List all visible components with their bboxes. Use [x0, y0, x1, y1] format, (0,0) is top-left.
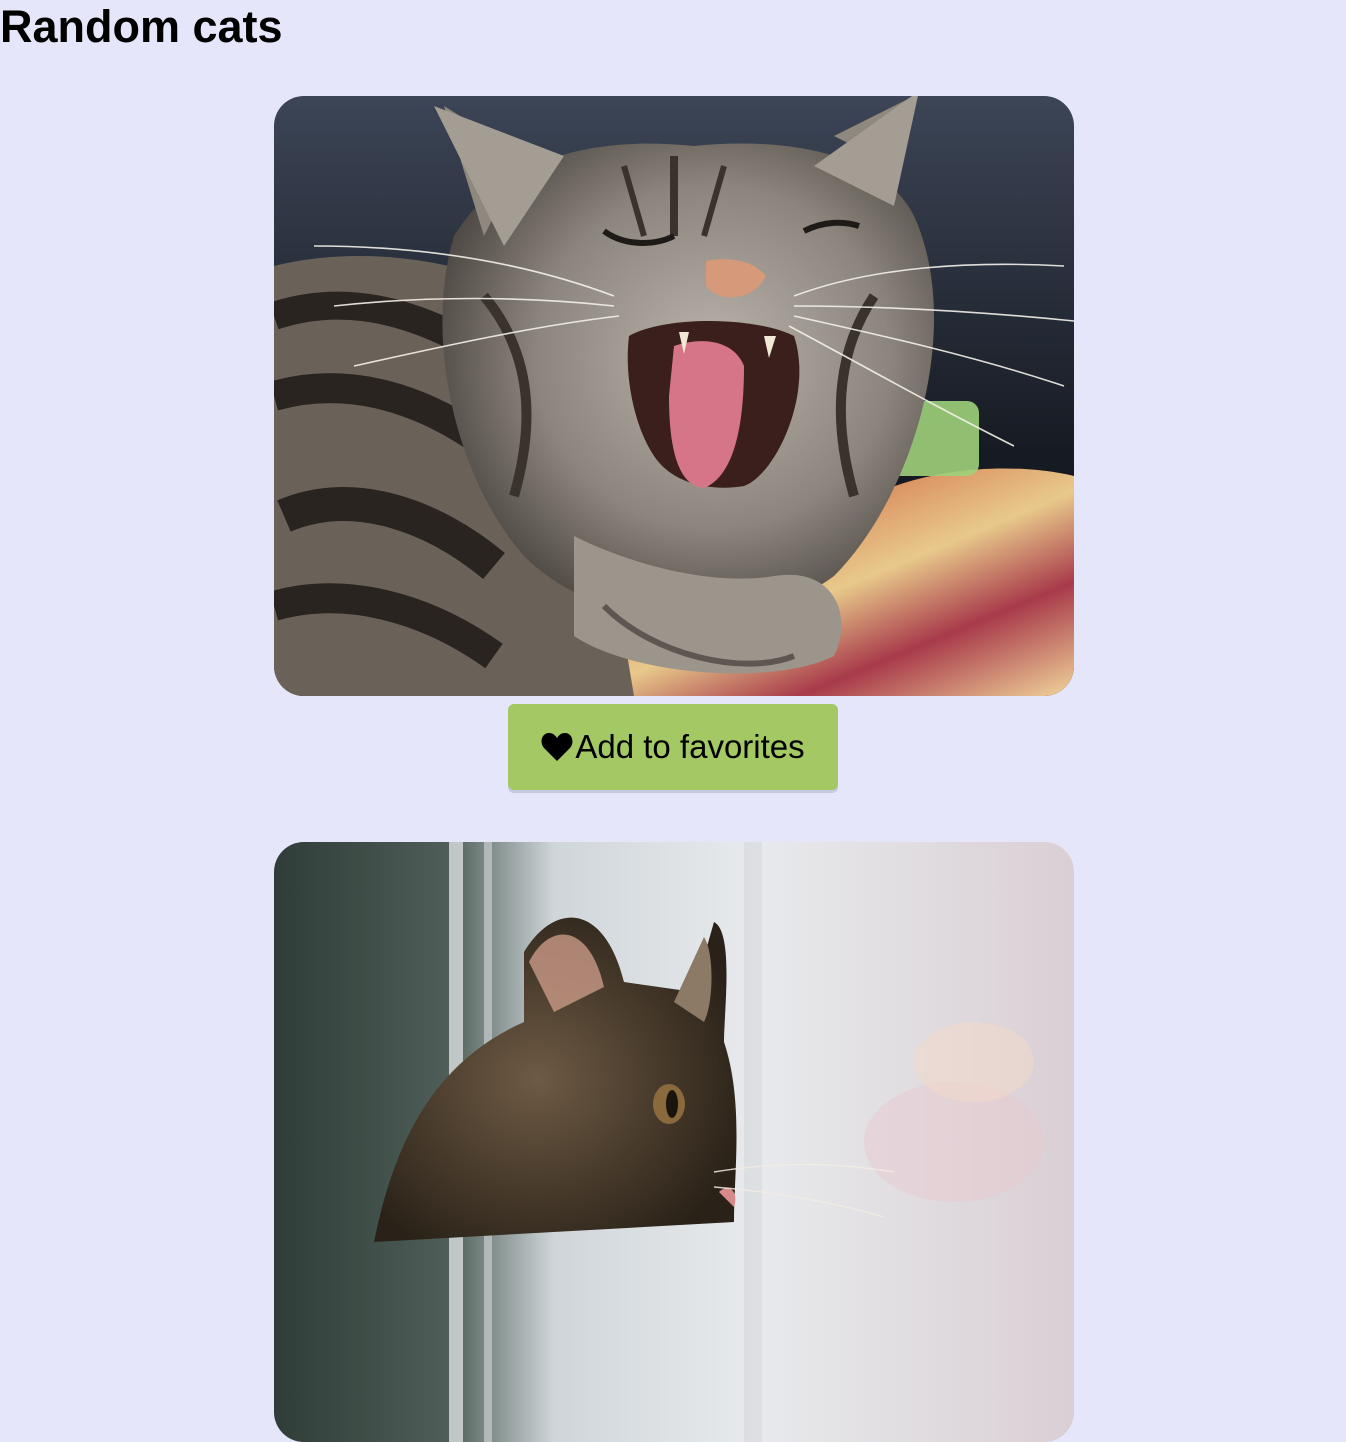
- window-cat-illustration: [274, 842, 1074, 1442]
- cat-image: [274, 842, 1074, 1442]
- add-to-favorites-button[interactable]: Add to favorites: [508, 704, 838, 790]
- add-to-favorites-label: Add to favorites: [575, 728, 805, 765]
- page-title: Random cats: [0, 1, 283, 52]
- cat-image: [274, 96, 1074, 696]
- heart-icon: [541, 732, 573, 762]
- yawning-cat-illustration: [274, 96, 1074, 696]
